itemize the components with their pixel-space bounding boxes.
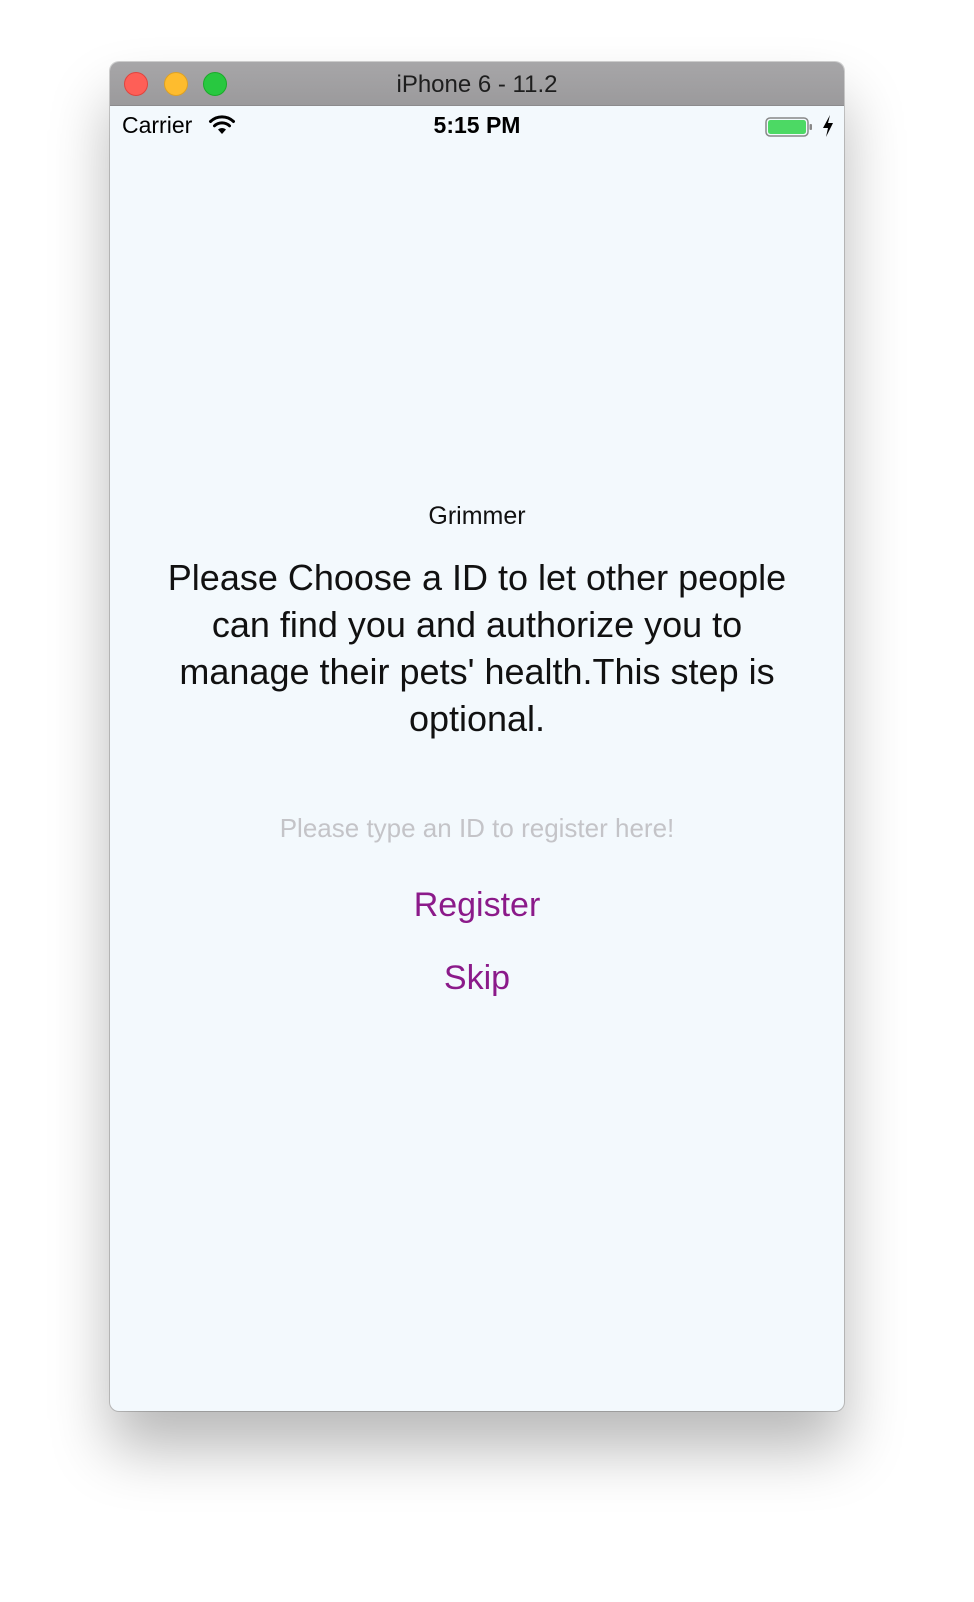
register-screen: Grimmer Please Choose a ID to let other … [110,146,844,1411]
window-title: iPhone 6 - 11.2 [396,71,558,98]
charging-bolt-icon [823,115,833,137]
title-bar[interactable]: iPhone 6 - 11.2 [110,62,844,106]
battery-icon [765,117,812,137]
simulator-window: iPhone 6 - 11.2 Carrier 5:15 PM Grimmer … [110,62,844,1411]
register-button[interactable]: Register [327,880,627,930]
skip-button[interactable]: Skip [327,953,627,1003]
id-input[interactable] [227,808,727,848]
status-bar: Carrier 5:15 PM [110,106,844,146]
status-time: 5:15 PM [433,112,521,138]
instructions-text: Please Choose a ID to let other people c… [167,557,787,739]
app-name-label: Grimmer [428,502,526,530]
